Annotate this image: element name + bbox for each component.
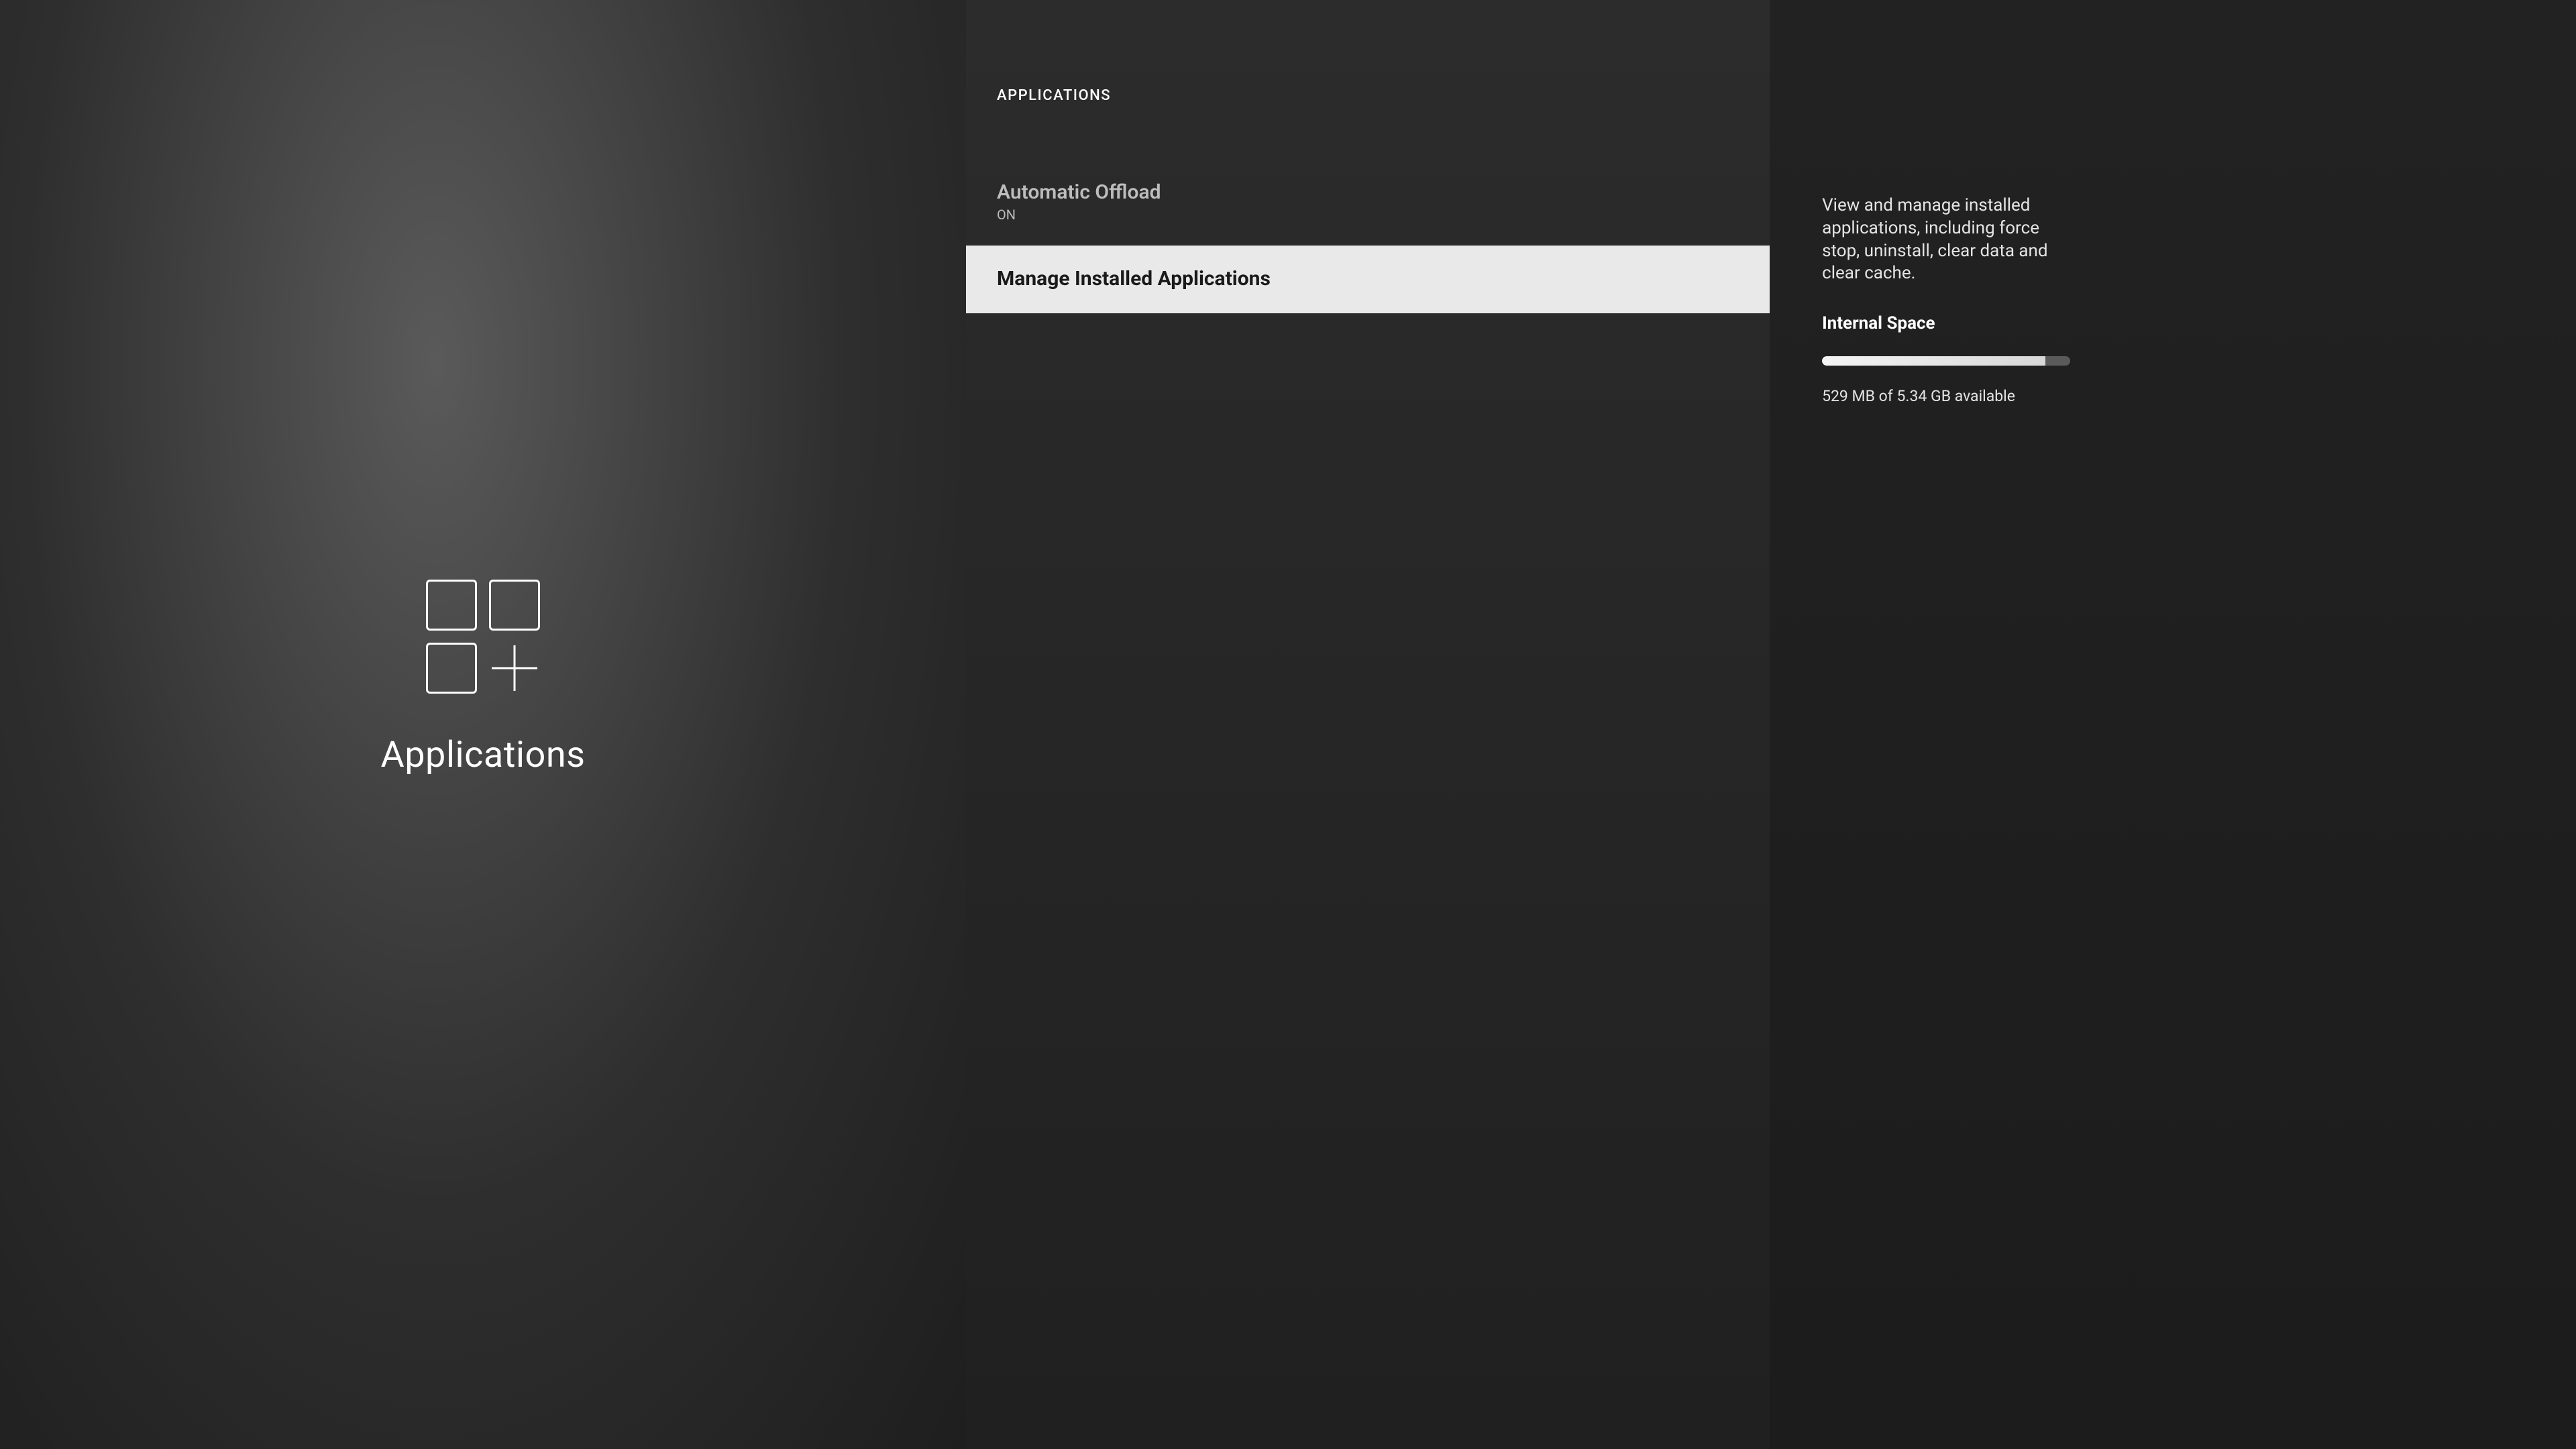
menu-item-automatic-offload[interactable]: Automatic Offload ON bbox=[966, 171, 1770, 233]
menu-item-title: Automatic Offload bbox=[997, 180, 1739, 204]
settings-screen: Applications APPLICATIONS Automatic Offl… bbox=[0, 0, 2576, 1449]
storage-bar bbox=[1822, 356, 2070, 366]
menu-item-subvalue: ON bbox=[997, 207, 1739, 223]
plus-icon bbox=[489, 643, 540, 694]
detail-description: View and manage installed applications, … bbox=[1822, 195, 2063, 285]
storage-label: Internal Space bbox=[1822, 313, 2524, 333]
menu-header: APPLICATIONS bbox=[966, 0, 1770, 104]
storage-bar-fill bbox=[1822, 356, 2045, 366]
menu-header-title: APPLICATIONS bbox=[997, 87, 1739, 104]
app-square-icon bbox=[489, 580, 540, 631]
menu-list: Automatic Offload ON Manage Installed Ap… bbox=[966, 171, 1770, 313]
menu-item-manage-installed-applications[interactable]: Manage Installed Applications bbox=[966, 246, 1770, 313]
app-square-icon bbox=[426, 643, 477, 694]
applications-icon-row-2 bbox=[426, 643, 540, 694]
category-panel: Applications bbox=[0, 0, 966, 1449]
storage-available-text: 529 MB of 5.34 GB available bbox=[1822, 387, 2524, 405]
menu-panel: APPLICATIONS Automatic Offload ON Manage… bbox=[966, 0, 1770, 1449]
applications-icon-row-1 bbox=[426, 580, 540, 631]
detail-panel: View and manage installed applications, … bbox=[1770, 0, 2576, 1449]
app-square-icon bbox=[426, 580, 477, 631]
menu-item-title: Manage Installed Applications bbox=[997, 267, 1739, 290]
category-title: Applications bbox=[380, 734, 585, 776]
applications-icon bbox=[426, 580, 540, 694]
